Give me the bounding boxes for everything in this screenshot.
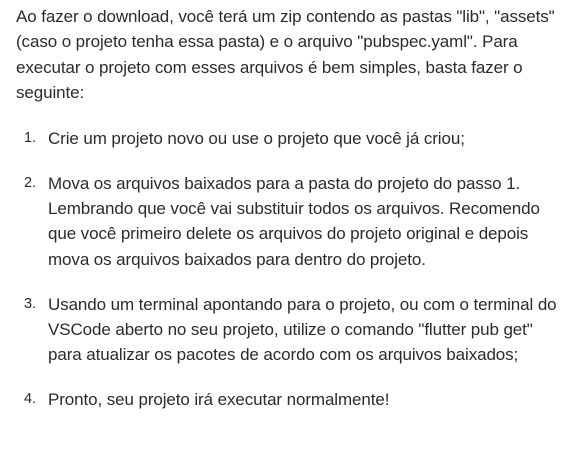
list-item-text: Usando um terminal apontando para o proj…: [48, 294, 557, 365]
steps-list: 1. Crie um projeto novo ou use o projeto…: [16, 126, 564, 413]
list-item-text: Crie um projeto novo ou use o projeto qu…: [48, 128, 465, 148]
list-item-number: 1.: [24, 129, 36, 146]
list-item-number: 4.: [24, 391, 36, 408]
list-item-text: Mova os arquivos baixados para a pasta d…: [48, 173, 540, 269]
list-item: 2. Mova os arquivos baixados para a past…: [16, 171, 564, 273]
list-item-text: Pronto, seu projeto irá executar normalm…: [48, 390, 390, 410]
list-item: 1. Crie um projeto novo ou use o projeto…: [16, 126, 564, 151]
list-item: 4. Pronto, seu projeto irá executar norm…: [16, 387, 564, 412]
list-item-number: 3.: [24, 295, 36, 312]
list-item: 3. Usando um terminal apontando para o p…: [16, 292, 564, 368]
list-item-number: 2.: [24, 174, 36, 191]
article-body: Ao fazer o download, você terá um zip co…: [0, 0, 576, 413]
intro-paragraph: Ao fazer o download, você terá um zip co…: [16, 7, 555, 103]
